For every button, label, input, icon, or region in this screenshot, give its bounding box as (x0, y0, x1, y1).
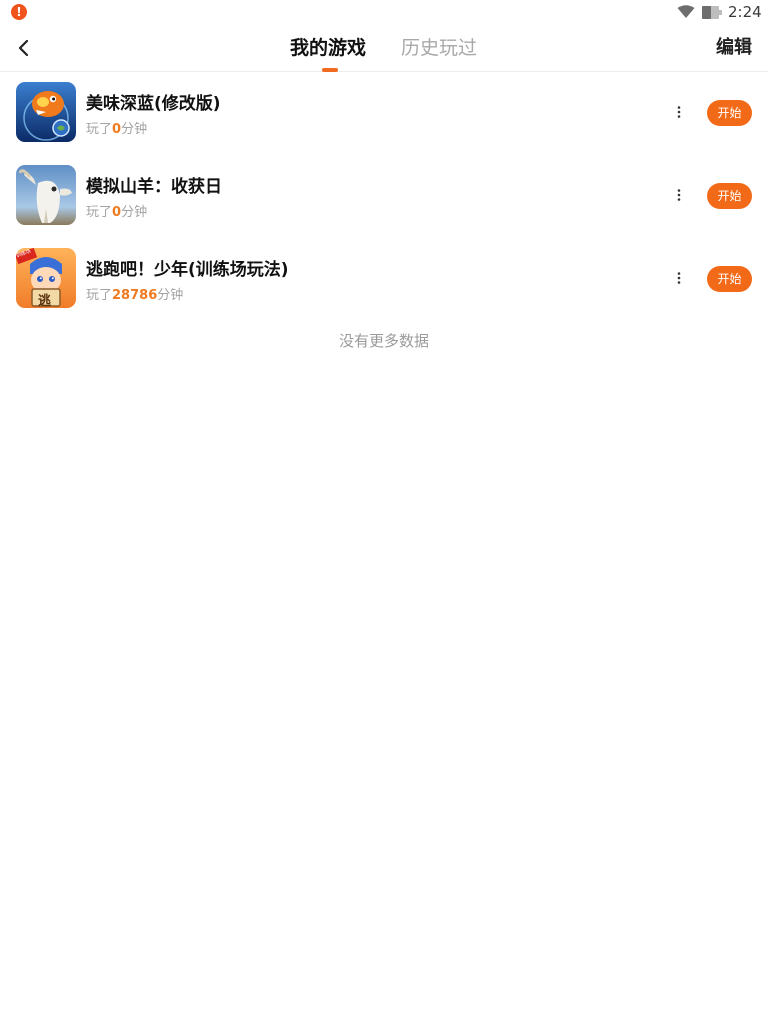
play-time-prefix: 玩了 (86, 205, 113, 220)
start-button[interactable]: 开始 (707, 266, 752, 292)
play-minutes: 28786 (112, 288, 158, 303)
status-bar: ! 2:24 (0, 0, 768, 24)
play-time-prefix: 玩了 (86, 122, 113, 137)
escape-boy-game-icon[interactable]: 训练场 逃 (16, 248, 76, 308)
list-item[interactable]: 美味深蓝(修改版) 玩了0分钟 开始 (0, 72, 768, 155)
top-nav-bar: 我的游戏 历史玩过 编辑 (0, 24, 768, 72)
alert-icon: ! (11, 4, 27, 20)
start-button[interactable]: 开始 (707, 100, 752, 126)
play-minutes: 0 (112, 205, 122, 220)
play-time-unit: 分钟 (157, 288, 184, 303)
more-vertical-icon (677, 272, 681, 284)
edit-button[interactable]: 编辑 (716, 35, 752, 61)
more-vertical-icon (677, 106, 681, 118)
tab-history-played[interactable]: 历史玩过 (401, 35, 477, 61)
list-item[interactable]: 训练场 逃 逃跑吧！少年(训练场玩法) 玩了28786分钟 开始 (0, 238, 768, 321)
icon-sign-text: 逃 (38, 294, 52, 308)
more-options-button[interactable] (671, 185, 687, 205)
goat-game-icon[interactable] (16, 165, 76, 225)
play-time-unit: 分钟 (121, 122, 148, 137)
game-title: 美味深蓝(修改版) (86, 94, 221, 114)
start-button[interactable]: 开始 (707, 183, 752, 209)
game-title: 逃跑吧！少年(训练场玩法) (86, 260, 289, 280)
more-vertical-icon (677, 189, 681, 201)
play-minutes: 0 (112, 122, 122, 137)
play-time-unit: 分钟 (121, 205, 148, 220)
fish-game-icon[interactable] (16, 82, 76, 142)
more-options-button[interactable] (671, 102, 687, 122)
battery-icon (702, 6, 722, 19)
chevron-left-icon (18, 39, 29, 57)
game-list: 美味深蓝(修改版) 玩了0分钟 开始 模拟山羊：收获日 玩了0分钟 开始 训练场… (0, 72, 768, 321)
play-time: 玩了0分钟 (86, 121, 147, 139)
game-title: 模拟山羊：收获日 (86, 177, 222, 197)
tab-my-games[interactable]: 我的游戏 (290, 35, 366, 61)
play-time: 玩了28786分钟 (86, 287, 183, 305)
list-item[interactable]: 模拟山羊：收获日 玩了0分钟 开始 (0, 155, 768, 238)
play-time: 玩了0分钟 (86, 204, 147, 222)
wifi-icon (677, 5, 695, 18)
back-button[interactable] (10, 34, 38, 62)
status-time: 2:24 (728, 3, 762, 21)
play-time-prefix: 玩了 (86, 288, 113, 303)
no-more-data-text: 没有更多数据 (338, 332, 429, 350)
more-options-button[interactable] (671, 268, 687, 288)
